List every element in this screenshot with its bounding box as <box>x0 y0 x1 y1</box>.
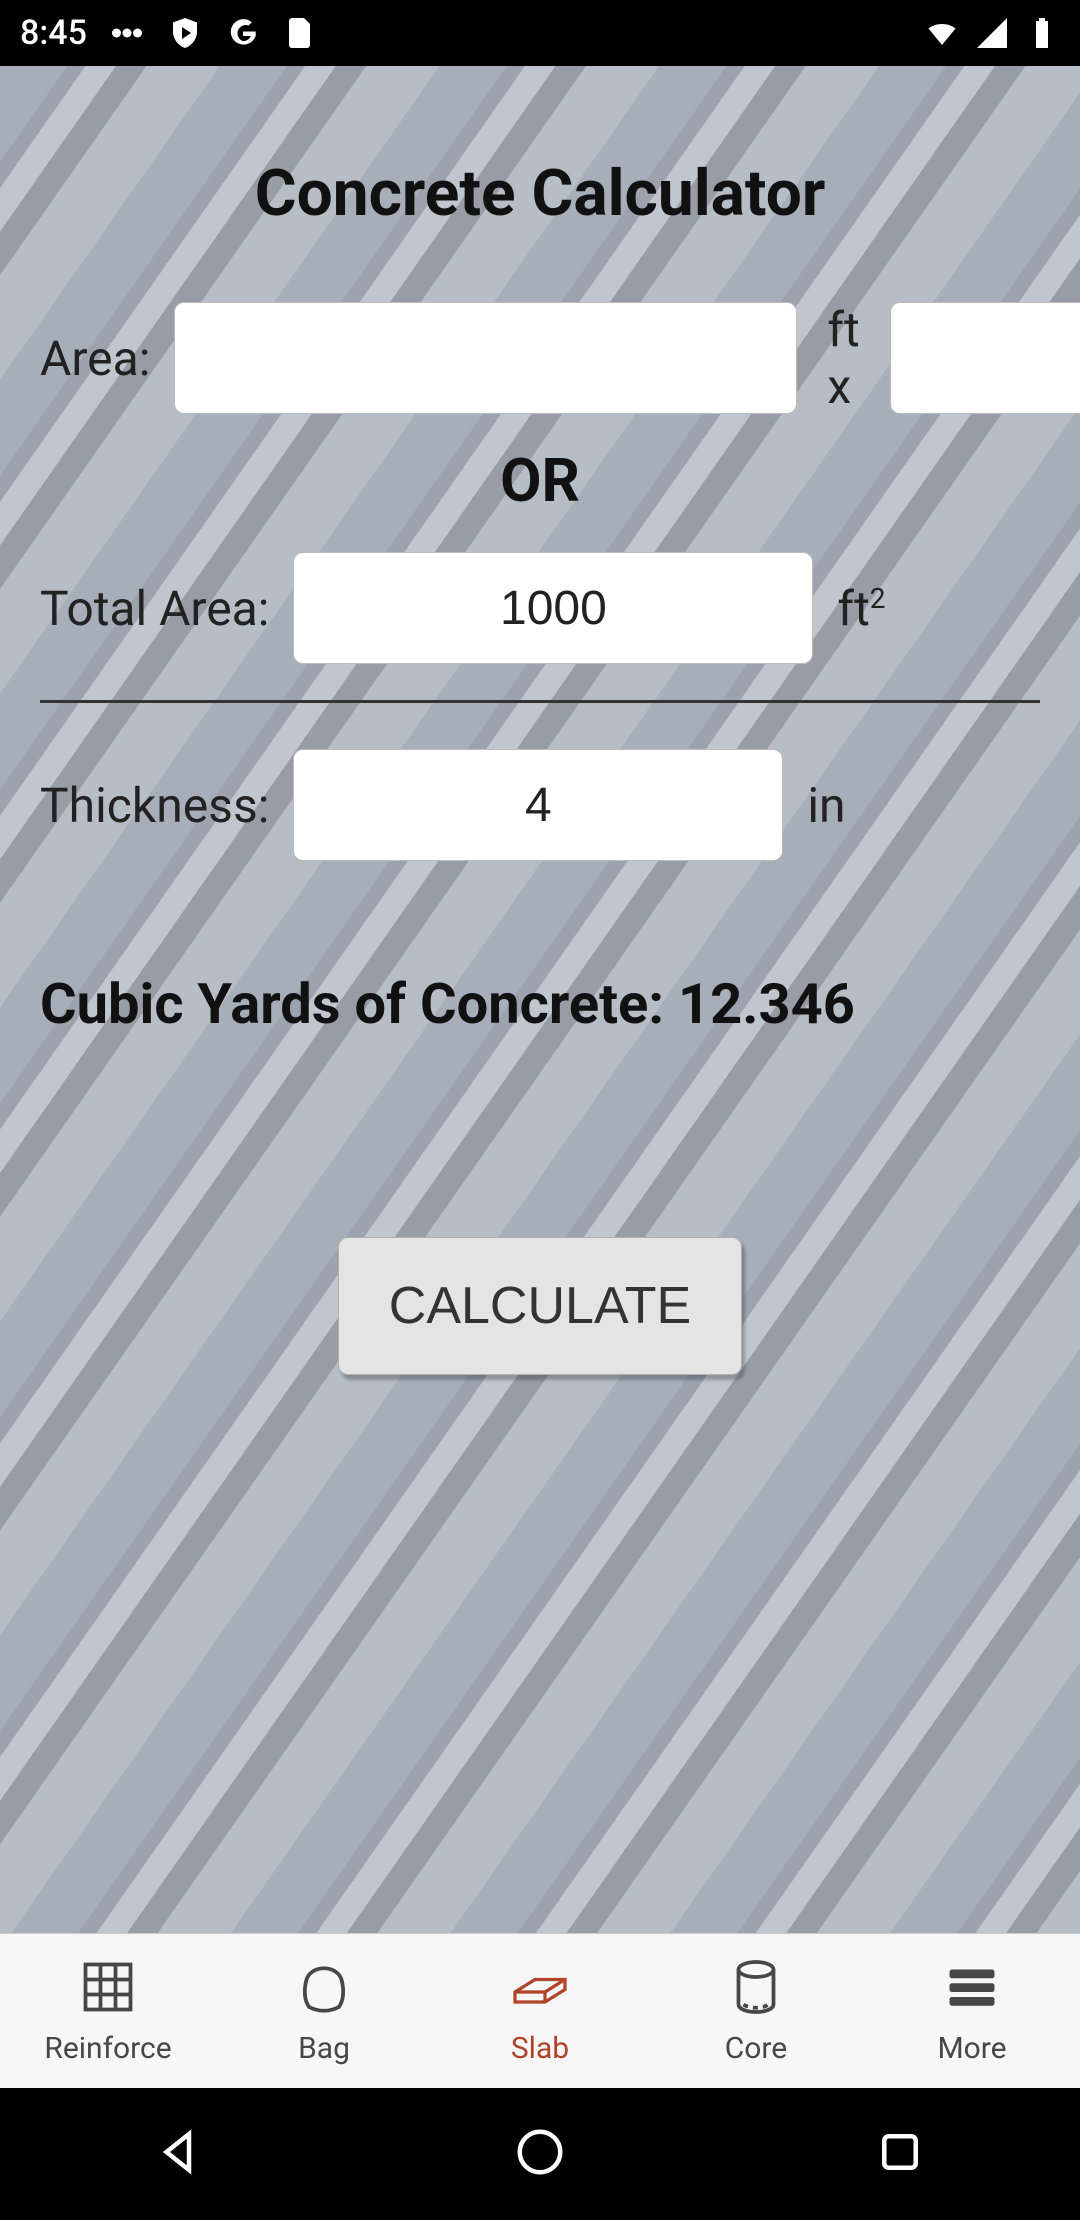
tab-label-more: More <box>937 2031 1006 2066</box>
tab-label-reinforce: Reinforce <box>44 2031 171 2066</box>
nav-back-button[interactable] <box>153 2125 207 2183</box>
thickness-input[interactable] <box>293 749 783 861</box>
android-nav-bar <box>0 2088 1080 2220</box>
grid-icon <box>78 1957 138 2021</box>
sim-card-icon <box>283 15 319 51</box>
calculate-button[interactable]: CALCULATE <box>338 1237 742 1375</box>
section-divider <box>40 700 1040 703</box>
tab-more[interactable]: More <box>864 1934 1080 2088</box>
nav-home-button[interactable] <box>513 2125 567 2183</box>
total-area-label: Total Area: <box>40 580 269 637</box>
android-status-bar: 8:45 <box>0 0 1080 66</box>
area-row: Area: ft x ft <box>40 301 1040 415</box>
tab-label-core: Core <box>725 2031 787 2066</box>
area-height-input[interactable] <box>890 302 1080 414</box>
notification-dots-icon <box>109 15 145 51</box>
thickness-row: Thickness: in <box>40 749 1040 861</box>
or-divider-text: OR <box>40 445 1040 516</box>
status-left-cluster: 8:45 <box>20 13 319 53</box>
status-right-cluster <box>924 15 1060 51</box>
total-area-unit: ft2 <box>837 580 885 637</box>
tab-label-bag: Bag <box>298 2031 350 2066</box>
wifi-icon <box>924 15 960 51</box>
google-g-icon <box>225 15 261 51</box>
thickness-unit-in: in <box>807 777 845 834</box>
cylinder-icon <box>726 1957 786 2021</box>
total-area-unit-ft: ft <box>837 580 869 637</box>
play-protect-icon <box>167 15 203 51</box>
area-label: Area: <box>40 330 150 387</box>
status-clock: 8:45 <box>20 13 87 53</box>
bag-icon <box>294 1957 354 2021</box>
total-area-unit-exponent: 2 <box>870 582 886 615</box>
cell-signal-icon <box>974 15 1010 51</box>
app-root: Concrete Calculator Area: ft x ft OR Tot… <box>0 66 1080 2088</box>
battery-icon <box>1024 15 1060 51</box>
tab-label-slab: Slab <box>511 2031 569 2066</box>
app-content: Concrete Calculator Area: ft x ft OR Tot… <box>0 66 1080 1375</box>
page-title: Concrete Calculator <box>40 156 1040 231</box>
thickness-label: Thickness: <box>40 777 269 834</box>
total-area-input[interactable] <box>293 552 813 664</box>
tab-reinforce[interactable]: Reinforce <box>0 1934 216 2088</box>
bottom-tab-bar: Reinforce Bag Slab <box>0 1933 1080 2088</box>
tab-bag[interactable]: Bag <box>216 1934 432 2088</box>
total-area-row: Total Area: ft2 <box>40 552 1040 664</box>
tab-core[interactable]: Core <box>648 1934 864 2088</box>
result-text: Cubic Yards of Concrete: 12.346 <box>40 971 1040 1037</box>
slab-icon <box>510 1957 570 2021</box>
hamburger-menu-icon <box>942 1957 1002 2021</box>
nav-recents-button[interactable] <box>873 2125 927 2183</box>
tab-slab[interactable]: Slab <box>432 1934 648 2088</box>
area-width-input[interactable] <box>174 302 797 414</box>
area-ftx-label: ft x <box>821 301 865 415</box>
calculate-wrap: CALCULATE <box>40 1237 1040 1375</box>
